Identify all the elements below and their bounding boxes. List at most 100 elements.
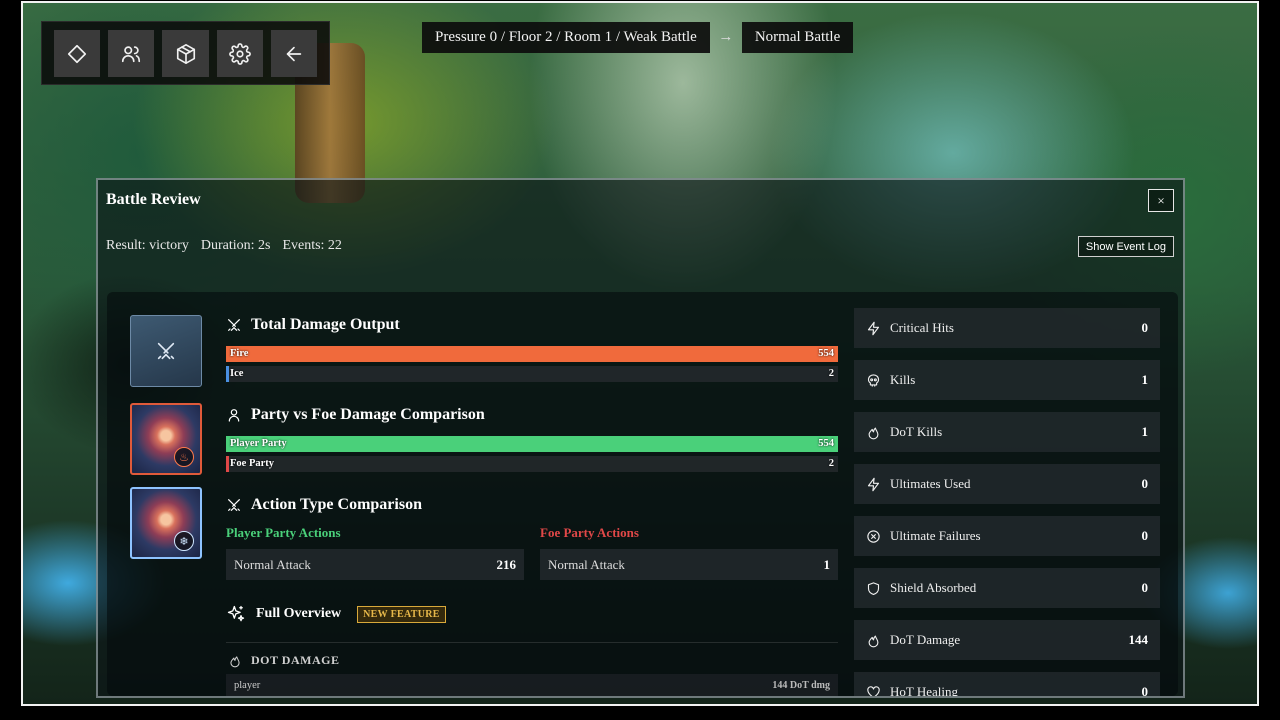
- full-overview-title: Full Overview: [256, 606, 342, 621]
- stat-label: HoT Healing: [890, 684, 958, 696]
- stat-value: 0: [1141, 320, 1149, 335]
- full-overview-heading: Full Overview NEW FEATURE: [226, 604, 446, 624]
- party-vs-foe-title: Party vs Foe Damage Comparison: [251, 406, 485, 423]
- dot-damage-title: DOT DAMAGE: [251, 653, 340, 667]
- action-label: Normal Attack: [234, 556, 311, 572]
- stat-kills: Kills 1: [854, 360, 1160, 400]
- bar-fill: [226, 366, 230, 382]
- person-icon: [228, 409, 240, 422]
- crossed-swords-icon: [157, 342, 175, 360]
- stat-critical-hits: Critical Hits 0: [854, 308, 1160, 348]
- stat-dot-kills: DoT Kills 1: [854, 412, 1160, 452]
- all-members-tile[interactable]: [130, 315, 202, 387]
- stat-value: 0: [1141, 580, 1149, 595]
- party-button[interactable]: [108, 30, 155, 77]
- bar-fill: [226, 456, 230, 472]
- stat-label: Ultimates Used: [890, 476, 971, 491]
- bar-value: 554: [818, 438, 834, 449]
- party-damage-bar: Player Party 554: [226, 436, 838, 452]
- party-vs-foe-heading: Party vs Foe Damage Comparison: [226, 406, 485, 424]
- flame-icon: [868, 427, 879, 439]
- stat-ultimates-used: Ultimates Used 0: [854, 464, 1160, 504]
- lightning-icon: [867, 321, 880, 335]
- total-damage-heading: Total Damage Output: [226, 316, 400, 334]
- stat-label: Shield Absorbed: [890, 580, 977, 595]
- stat-label: Kills: [890, 372, 916, 387]
- home-diamond-button[interactable]: [54, 30, 101, 77]
- shield-icon: [867, 581, 880, 595]
- modal-title: Battle Review: [106, 191, 201, 208]
- bar-label: Player Party: [230, 438, 287, 449]
- bar-label: Foe Party: [230, 458, 275, 469]
- stat-value: 1: [1141, 424, 1149, 439]
- damage-bar-ice: Ice 2: [226, 366, 838, 382]
- bar-label: Ice: [230, 368, 244, 379]
- stat-value: 0: [1141, 528, 1149, 543]
- foe-action-row: Normal Attack 1: [540, 549, 838, 580]
- player-actions-title: Player Party Actions: [226, 525, 341, 540]
- stat-value: 1: [1141, 372, 1149, 387]
- bar-fill: [226, 436, 838, 452]
- ice-character-portrait[interactable]: ❄: [130, 487, 202, 559]
- x-circle-icon: [867, 529, 880, 543]
- party-icon: [122, 45, 141, 62]
- inventory-button[interactable]: [162, 30, 209, 77]
- crossed-swords-icon: [228, 499, 240, 511]
- action-count: 1: [823, 556, 831, 572]
- dot-row-label: player: [234, 679, 261, 691]
- stat-value: 0: [1141, 476, 1149, 491]
- fire-character-portrait[interactable]: ♨: [130, 403, 202, 475]
- inventory-box-icon: [176, 43, 195, 64]
- stat-value: 0: [1141, 684, 1149, 696]
- lightning-icon: [867, 477, 880, 491]
- player-action-row: Normal Attack 216: [226, 549, 524, 580]
- room-breadcrumb: Pressure 0 / Floor 2 / Room 1 / Weak Bat…: [422, 22, 854, 53]
- stat-dot-damage: DoT Damage 144: [854, 620, 1160, 660]
- stat-label: Critical Hits: [890, 320, 954, 335]
- dot-damage-heading: DOT DAMAGE: [228, 653, 339, 668]
- stat-label: Ultimate Failures: [890, 528, 981, 543]
- main-toolbar: [41, 21, 330, 85]
- dot-row-value: 144 DoT dmg: [772, 679, 830, 691]
- ice-element-icon: ❄: [174, 531, 194, 551]
- foe-damage-bar: Foe Party 2: [226, 456, 838, 472]
- stat-shield-absorbed: Shield Absorbed 0: [854, 568, 1160, 608]
- flame-icon: [230, 655, 240, 667]
- next-room-label: Normal Battle: [741, 22, 854, 53]
- flame-icon: [868, 635, 879, 647]
- stat-ultimate-failures: Ultimate Failures 0: [854, 516, 1160, 556]
- action-label: Normal Attack: [548, 556, 625, 572]
- section-divider: [226, 642, 838, 643]
- damage-bar-fire: Fire 554: [226, 346, 838, 362]
- dot-damage-row: player 144 DoT dmg: [226, 674, 838, 696]
- bar-value: 2: [828, 458, 834, 469]
- action-type-title: Action Type Comparison: [251, 496, 422, 513]
- bar-fill: [226, 346, 838, 362]
- fire-element-icon: ♨: [174, 447, 194, 467]
- settings-button[interactable]: [216, 30, 263, 77]
- battle-events: Events: 22: [282, 238, 342, 253]
- crossed-swords-icon: [228, 319, 240, 331]
- action-count: 216: [496, 556, 517, 572]
- breadcrumb-arrow: →: [718, 29, 734, 45]
- heart-icon: [867, 685, 880, 696]
- back-button[interactable]: [270, 30, 318, 77]
- total-damage-title: Total Damage Output: [251, 316, 400, 333]
- battle-meta: Result: victory Duration: 2s Events: 22: [106, 238, 342, 254]
- settings-gear-icon: [228, 42, 251, 65]
- stat-value: 144: [1128, 632, 1149, 647]
- bar-value: 554: [818, 348, 834, 359]
- game-viewport: Pressure 0 / Floor 2 / Room 1 / Weak Bat…: [21, 1, 1259, 706]
- stat-hot-healing: HoT Healing 0: [854, 672, 1160, 696]
- new-feature-badge: NEW FEATURE: [357, 605, 446, 623]
- battle-review-modal: Battle Review × Result: victory Duration…: [96, 178, 1185, 698]
- bar-label: Fire: [230, 348, 249, 359]
- sparkles-icon: [227, 605, 245, 622]
- back-arrow-icon: [286, 46, 302, 61]
- review-panel: ♨ ❄ Total Damage Output Fire 554 Ice 2 P…: [107, 292, 1178, 696]
- close-button[interactable]: ×: [1148, 189, 1174, 212]
- current-room-label: Pressure 0 / Floor 2 / Room 1 / Weak Bat…: [422, 22, 710, 53]
- battle-duration: Duration: 2s: [200, 238, 271, 253]
- battle-result: Result: victory: [106, 238, 189, 253]
- show-event-log-button[interactable]: Show Event Log: [1077, 236, 1174, 257]
